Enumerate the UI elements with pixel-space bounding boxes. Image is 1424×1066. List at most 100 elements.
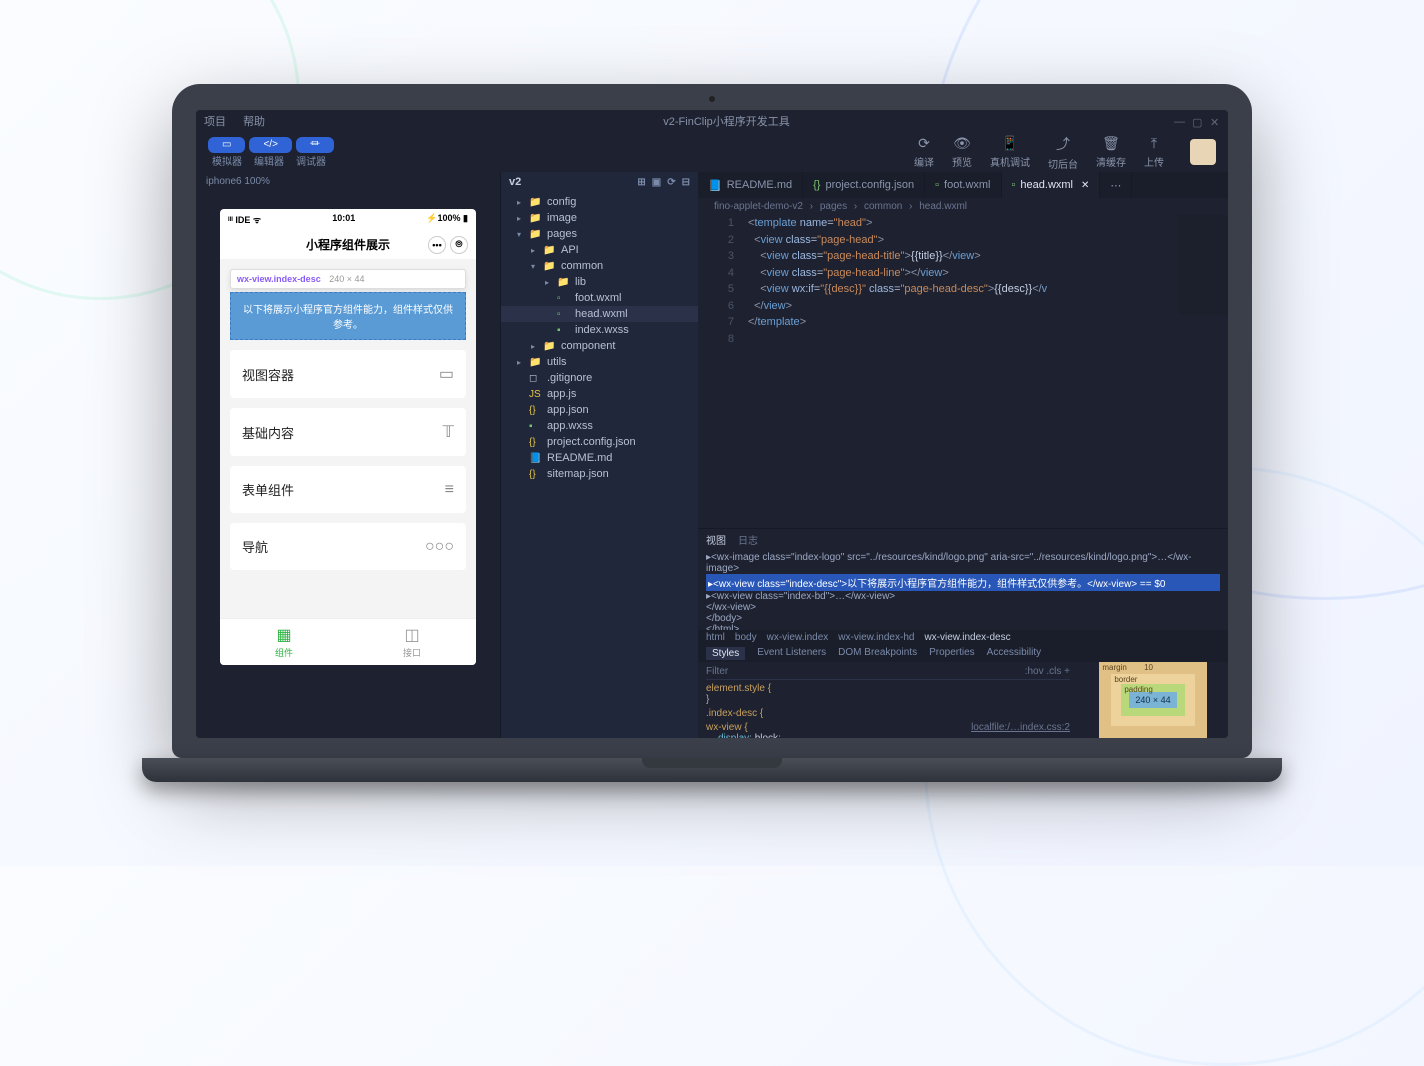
close-icon[interactable]: ✕ bbox=[1210, 116, 1220, 126]
editor-tab[interactable]: {}project.config.json bbox=[803, 172, 925, 198]
new-folder-icon[interactable]: ▣ bbox=[652, 177, 661, 188]
tree-item[interactable]: ▸📁lib bbox=[501, 274, 698, 290]
element-crumb[interactable]: wx-view.index-hd bbox=[838, 632, 914, 643]
phone-tab-接口[interactable]: ◫接口 bbox=[348, 619, 476, 665]
mode-debugger[interactable]: ⏛ bbox=[296, 137, 334, 153]
editor-tab[interactable]: 📘README.md bbox=[698, 172, 803, 198]
editor-tab[interactable]: ▫head.wxml✕ bbox=[1002, 172, 1101, 198]
tool-icon: 📱 bbox=[1001, 135, 1018, 152]
toolbar-上传[interactable]: ⤒上传 bbox=[1144, 135, 1164, 169]
file-name: index.wxss bbox=[575, 324, 629, 336]
styles-filter[interactable]: Filter bbox=[706, 666, 728, 677]
close-tab-icon[interactable]: ✕ bbox=[1081, 180, 1089, 191]
styles-tab[interactable]: Properties bbox=[929, 647, 975, 660]
file-explorer: v2 ⊞ ▣ ⟳ ⊟ ▸📁config▸📁image▾📁pages▸📁API▾📁… bbox=[500, 172, 698, 738]
new-file-icon[interactable]: ⊞ bbox=[637, 177, 645, 188]
more-icon[interactable]: ••• bbox=[428, 236, 446, 254]
tree-item[interactable]: ▾📁pages bbox=[501, 226, 698, 242]
styles-tab[interactable]: Styles bbox=[706, 647, 745, 660]
element-crumb[interactable]: body bbox=[735, 632, 757, 643]
toolbar-真机调试[interactable]: 📱真机调试 bbox=[990, 135, 1030, 169]
tree-item[interactable]: JSapp.js bbox=[501, 386, 698, 402]
simulator-device-label[interactable]: iphone6 100% bbox=[196, 172, 500, 191]
code-editor[interactable]: 1<template name="head">2 <view class="pa… bbox=[698, 215, 1228, 528]
tree-item[interactable]: ▸📁config bbox=[501, 194, 698, 210]
crumb[interactable]: fino-applet-demo-v2 bbox=[714, 201, 803, 212]
element-node[interactable]: ▸<wx-view class="index-desc">以下将展示小程序官方组… bbox=[706, 574, 1220, 591]
crumb[interactable]: head.wxml bbox=[919, 201, 967, 212]
element-node[interactable]: ▸<wx-image class="index-logo" src="../re… bbox=[706, 552, 1220, 574]
collapse-icon[interactable]: ⊟ bbox=[682, 177, 690, 188]
toolbar-预览[interactable]: 👁预览 bbox=[952, 135, 972, 169]
list-item-label: 表单组件 bbox=[242, 480, 294, 499]
list-item[interactable]: 表单组件≡ bbox=[230, 466, 466, 513]
devtools-tab-view[interactable]: 视图 bbox=[706, 532, 726, 547]
elements-tree[interactable]: ▸<wx-image class="index-logo" src="../re… bbox=[698, 550, 1228, 630]
tree-item[interactable]: ▪index.wxss bbox=[501, 322, 698, 338]
phone-tab-组件[interactable]: ▦组件 bbox=[220, 619, 348, 665]
tree-item[interactable]: ▫head.wxml bbox=[501, 306, 698, 322]
styles-tab[interactable]: Event Listeners bbox=[757, 647, 826, 660]
avatar[interactable] bbox=[1190, 139, 1216, 165]
minimize-icon[interactable]: — bbox=[1174, 116, 1184, 126]
crumb[interactable]: common bbox=[864, 201, 902, 212]
tool-icon: 👁 bbox=[953, 135, 971, 152]
tree-item[interactable]: ▪ app.wxss bbox=[501, 418, 698, 434]
css-rule[interactable]: wx-view {localfile:/…index.css:2display:… bbox=[706, 722, 1070, 738]
tree-item[interactable]: ▸📁component bbox=[501, 338, 698, 354]
tree-item[interactable]: ▸📁utils bbox=[501, 354, 698, 370]
menu-help[interactable]: 帮助 bbox=[243, 116, 265, 128]
tree-item[interactable]: {}app.json bbox=[501, 402, 698, 418]
tree-item[interactable]: 📘README.md bbox=[501, 450, 698, 466]
list-item[interactable]: 基础内容𝕋 bbox=[230, 408, 466, 456]
mode-label: 编辑器 bbox=[250, 153, 288, 168]
editor-tab[interactable]: ▫foot.wxml bbox=[925, 172, 1001, 198]
code-text: <view wx:if="{{desc}}" class="page-head-… bbox=[748, 281, 1047, 298]
element-crumb[interactable]: wx-view.index bbox=[767, 632, 829, 643]
laptop-frame: 项目 帮助 v2-FinClip小程序开发工具 — ▢ ✕ ▭ </> ⏛ 模拟… bbox=[172, 84, 1252, 782]
element-node[interactable]: ▸<wx-view class="index-bd">…</wx-view> bbox=[706, 591, 1220, 602]
maximize-icon[interactable]: ▢ bbox=[1192, 116, 1202, 126]
code-text: </view> bbox=[748, 298, 792, 315]
toolbar-切后台[interactable]: ⤴切后台 bbox=[1048, 134, 1078, 171]
tree-item[interactable]: ▾📁common bbox=[501, 258, 698, 274]
css-rule[interactable]: .index-desc {</span></div><div class="pr… bbox=[706, 708, 1070, 719]
styles-filter-actions[interactable]: :hov .cls + bbox=[1025, 666, 1070, 677]
styles-tab[interactable]: DOM Breakpoints bbox=[838, 647, 917, 660]
styles-panel[interactable]: Filter :hov .cls + element.style {} .inde… bbox=[698, 662, 1078, 738]
element-crumb[interactable]: wx-view.index-desc bbox=[924, 632, 1010, 643]
devtools-tab-log[interactable]: 日志 bbox=[738, 532, 758, 547]
tree-item[interactable]: ▫foot.wxml bbox=[501, 290, 698, 306]
tree-item[interactable]: {}project.config.json bbox=[501, 434, 698, 450]
element-node[interactable]: </body> bbox=[706, 613, 1220, 624]
element-crumb[interactable]: html bbox=[706, 632, 725, 643]
line-number: 3 bbox=[710, 248, 734, 265]
highlighted-element[interactable]: 以下将展示小程序官方组件能力，组件样式仅供参考。 bbox=[230, 292, 466, 340]
file-name: app.wxss bbox=[547, 420, 593, 432]
list-item[interactable]: 导航○○○ bbox=[230, 523, 466, 570]
element-node[interactable]: </wx-view> bbox=[706, 602, 1220, 613]
close-capsule-icon[interactable]: ⦾ bbox=[450, 236, 468, 254]
toolbar-清缓存[interactable]: 🗑清缓存 bbox=[1096, 135, 1126, 169]
mode-editor[interactable]: </> bbox=[249, 137, 291, 153]
tabs-overflow[interactable]: ⋯ bbox=[1100, 172, 1132, 198]
minimap[interactable] bbox=[1178, 215, 1228, 315]
crumb[interactable]: pages bbox=[820, 201, 847, 212]
tree-item[interactable]: ▸📁API bbox=[501, 242, 698, 258]
toolbar-编译[interactable]: ⟳编译 bbox=[914, 135, 934, 169]
tree-item[interactable]: ◻.gitignore bbox=[501, 370, 698, 386]
json-icon: {} bbox=[529, 469, 543, 480]
styles-tab[interactable]: Accessibility bbox=[987, 647, 1041, 660]
menu-project[interactable]: 项目 bbox=[204, 116, 226, 128]
css-rule[interactable]: element.style {} bbox=[706, 683, 1070, 705]
wxss-icon: ▪ bbox=[529, 421, 543, 432]
file-tree: ▸📁config▸📁image▾📁pages▸📁API▾📁common▸📁lib… bbox=[501, 192, 698, 738]
laptop-camera bbox=[709, 96, 715, 102]
refresh-icon[interactable]: ⟳ bbox=[667, 177, 675, 188]
tree-item[interactable]: ▸📁image bbox=[501, 210, 698, 226]
bm-border-label: border bbox=[1114, 675, 1137, 684]
mode-simulator[interactable]: ▭ bbox=[208, 137, 245, 153]
list-item[interactable]: 视图容器▭ bbox=[230, 350, 466, 398]
tree-item[interactable]: {}sitemap.json bbox=[501, 466, 698, 482]
project-root[interactable]: v2 bbox=[509, 176, 521, 188]
